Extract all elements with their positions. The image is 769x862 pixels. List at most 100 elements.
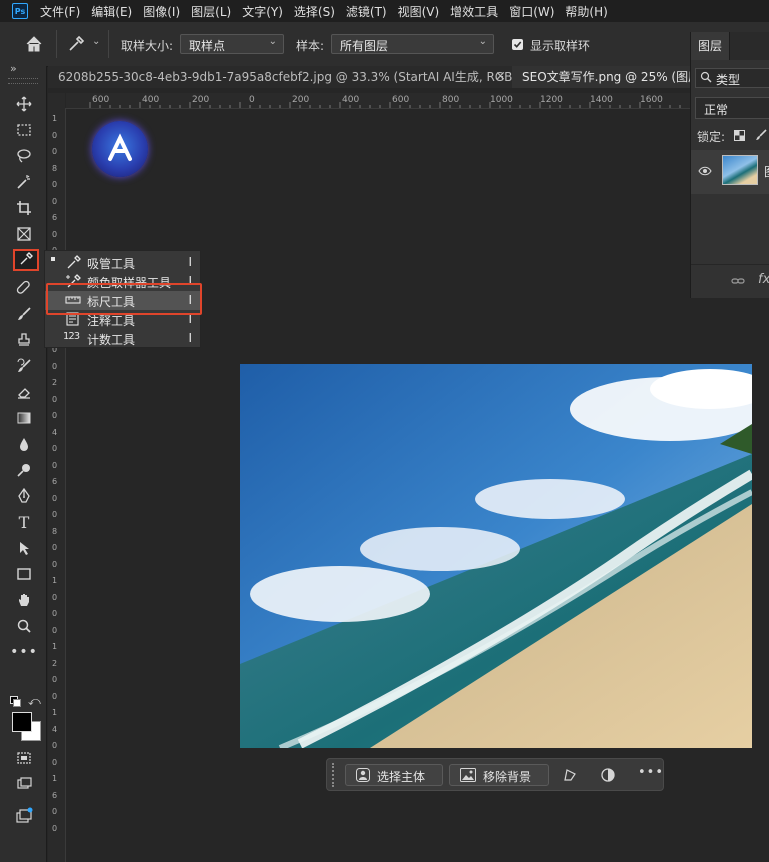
frame-tool-icon[interactable] xyxy=(13,224,35,244)
layer-filter-dropdown[interactable]: 类型 xyxy=(695,68,769,88)
history-brush-tool-icon[interactable] xyxy=(13,356,35,376)
hand-tool-icon[interactable] xyxy=(13,590,35,610)
ruler-label: 0 xyxy=(52,493,58,503)
photoshop-logo-icon: Ps xyxy=(12,3,28,19)
search-icon xyxy=(700,71,712,86)
startai-logo-icon xyxy=(92,121,148,177)
ruler-label: 0 xyxy=(52,741,58,750)
sample-size-label: 取样大小: xyxy=(121,39,174,53)
home-icon[interactable] xyxy=(24,34,44,54)
tab-beach-image[interactable]: 6208b255-30c8-4eb3-9db1-7a95a8cfebf2.jpg… xyxy=(48,66,518,88)
tab-layers[interactable]: 图层 xyxy=(691,32,730,60)
pen-tool-icon[interactable] xyxy=(13,486,35,506)
zoom-tool-icon[interactable] xyxy=(13,616,35,636)
select-subject-label: 选择主体 xyxy=(377,770,426,784)
blur-tool-icon[interactable] xyxy=(13,434,35,454)
path-selection-tool-icon[interactable] xyxy=(13,538,35,558)
remove-background-button[interactable]: 移除背景 xyxy=(449,764,549,786)
ruler-label: 6 xyxy=(52,477,58,486)
more-tools-icon[interactable]: ••• xyxy=(10,642,37,662)
menu-bar: Ps 文件(F) 编辑(E) 图像(I) 图层(L) 文字(Y) 选择(S) 滤… xyxy=(0,0,769,22)
more-options-icon[interactable]: ••• xyxy=(638,765,664,780)
foreground-color-swatch[interactable] xyxy=(12,712,32,732)
screen-mode-icon[interactable] xyxy=(13,774,35,794)
swap-colors-icon[interactable]: ⤺ xyxy=(28,694,41,709)
blend-mode-dropdown[interactable]: 正常 xyxy=(695,97,769,119)
transform-icon[interactable] xyxy=(563,768,577,785)
menu-edit[interactable]: 编辑(E) xyxy=(91,3,132,20)
adjustment-icon[interactable] xyxy=(601,768,615,785)
ruler-label: 0 xyxy=(52,444,58,453)
ruler-label: 1 xyxy=(52,774,58,783)
sample-size-dropdown[interactable]: 取样点 ⌄ xyxy=(180,34,284,54)
layer-style-fx-icon[interactable]: fx xyxy=(758,272,769,287)
shortcut-key: I xyxy=(188,331,192,345)
tab-close-icon[interactable]: × xyxy=(495,69,506,84)
flyout-item-eyedropper[interactable]: 吸管工具 I xyxy=(45,253,200,272)
active-bullet-icon xyxy=(51,257,55,261)
lock-transparent-pixels-icon[interactable] xyxy=(734,130,745,144)
menu-layer[interactable]: 图层(L) xyxy=(191,3,231,20)
ruler-label: 0 xyxy=(52,196,58,206)
lasso-tool-icon[interactable] xyxy=(13,146,35,166)
menu-window[interactable]: 窗口(W) xyxy=(509,3,554,20)
layer-thumbnail[interactable] xyxy=(722,155,758,185)
default-colors-icon[interactable] xyxy=(10,696,21,707)
link-layers-icon[interactable] xyxy=(731,275,745,289)
menu-select[interactable]: 选择(S) xyxy=(294,3,335,20)
layer-visibility-eye-icon[interactable] xyxy=(698,165,712,179)
ruler-tool-highlight xyxy=(46,283,202,315)
healing-brush-tool-icon[interactable] xyxy=(13,278,35,298)
cloud-documents-icon[interactable] xyxy=(13,806,35,826)
sample-label: 样本: xyxy=(296,39,325,53)
move-tool-icon[interactable] xyxy=(13,94,35,114)
ruler-label: 0 xyxy=(52,510,58,519)
lock-image-pixels-icon[interactable] xyxy=(755,129,767,144)
tab-seo-article[interactable]: SEO文章写作.png @ 25% (图层 xyxy=(512,66,700,88)
select-subject-button[interactable]: 选择主体 xyxy=(345,764,443,786)
gradient-tool-icon[interactable] xyxy=(13,408,35,428)
ruler-label: 4 xyxy=(52,724,58,734)
ruler-label: 0 xyxy=(52,625,58,635)
flyout-item-label: 吸管工具 xyxy=(87,257,136,271)
crop-tool-icon[interactable] xyxy=(13,198,35,218)
preset-chevron-down-icon[interactable]: ⌄ xyxy=(92,36,100,47)
ruler-label: 0 xyxy=(52,543,58,552)
layer-name-partial[interactable]: 图 xyxy=(764,163,769,180)
menu-image[interactable]: 图像(I) xyxy=(143,3,180,20)
eraser-tool-icon[interactable] xyxy=(13,382,35,402)
rectangle-tool-icon[interactable] xyxy=(13,564,35,584)
sample-dropdown[interactable]: 所有图层 ⌄ xyxy=(331,34,494,54)
marquee-tool-icon[interactable] xyxy=(13,120,35,140)
magic-wand-tool-icon[interactable] xyxy=(13,172,35,192)
ruler-label: 0 xyxy=(52,411,58,420)
ruler-label: 1 xyxy=(52,708,58,717)
canvas-image-beach[interactable] xyxy=(240,364,752,748)
clone-stamp-tool-icon[interactable] xyxy=(13,330,35,350)
ruler-label: 0 xyxy=(52,823,58,833)
menu-file[interactable]: 文件(F) xyxy=(40,3,80,20)
type-tool-icon[interactable]: T xyxy=(13,512,35,532)
toolbar-collapse-icon[interactable]: » xyxy=(10,62,17,75)
menu-help[interactable]: 帮助(H) xyxy=(565,3,607,20)
dodge-tool-icon[interactable] xyxy=(13,460,35,480)
remove-background-icon xyxy=(460,768,476,785)
eyedropper-preset-icon[interactable] xyxy=(66,34,86,54)
quick-mask-icon[interactable] xyxy=(13,748,35,768)
menu-type[interactable]: 文字(Y) xyxy=(242,3,283,20)
options-bar: ⌄ 取样大小: 取样点 ⌄ 样本: 所有图层 ⌄ 显示取样环 xyxy=(0,22,769,67)
taskbar-drag-handle[interactable] xyxy=(332,763,338,787)
brush-tool-icon[interactable] xyxy=(13,304,35,324)
menu-filter[interactable]: 滤镜(T) xyxy=(346,3,387,20)
ruler-label: 0 xyxy=(52,130,58,140)
shortcut-key: I xyxy=(188,255,192,269)
eyedropper-tool-button[interactable] xyxy=(13,249,39,271)
menu-view[interactable]: 视图(V) xyxy=(398,3,440,20)
menu-plugins[interactable]: 增效工具 xyxy=(450,3,498,20)
chevron-down-icon: ⌄ xyxy=(268,36,277,47)
flyout-item-count[interactable]: 123 计数工具 I xyxy=(45,329,200,348)
show-ring-checkbox[interactable] xyxy=(512,39,523,50)
layers-tab-label: 图层 xyxy=(698,39,723,53)
layer-filter-value: 类型 xyxy=(716,73,741,87)
tools-panel: » T ••• ⤺ xyxy=(0,62,47,862)
